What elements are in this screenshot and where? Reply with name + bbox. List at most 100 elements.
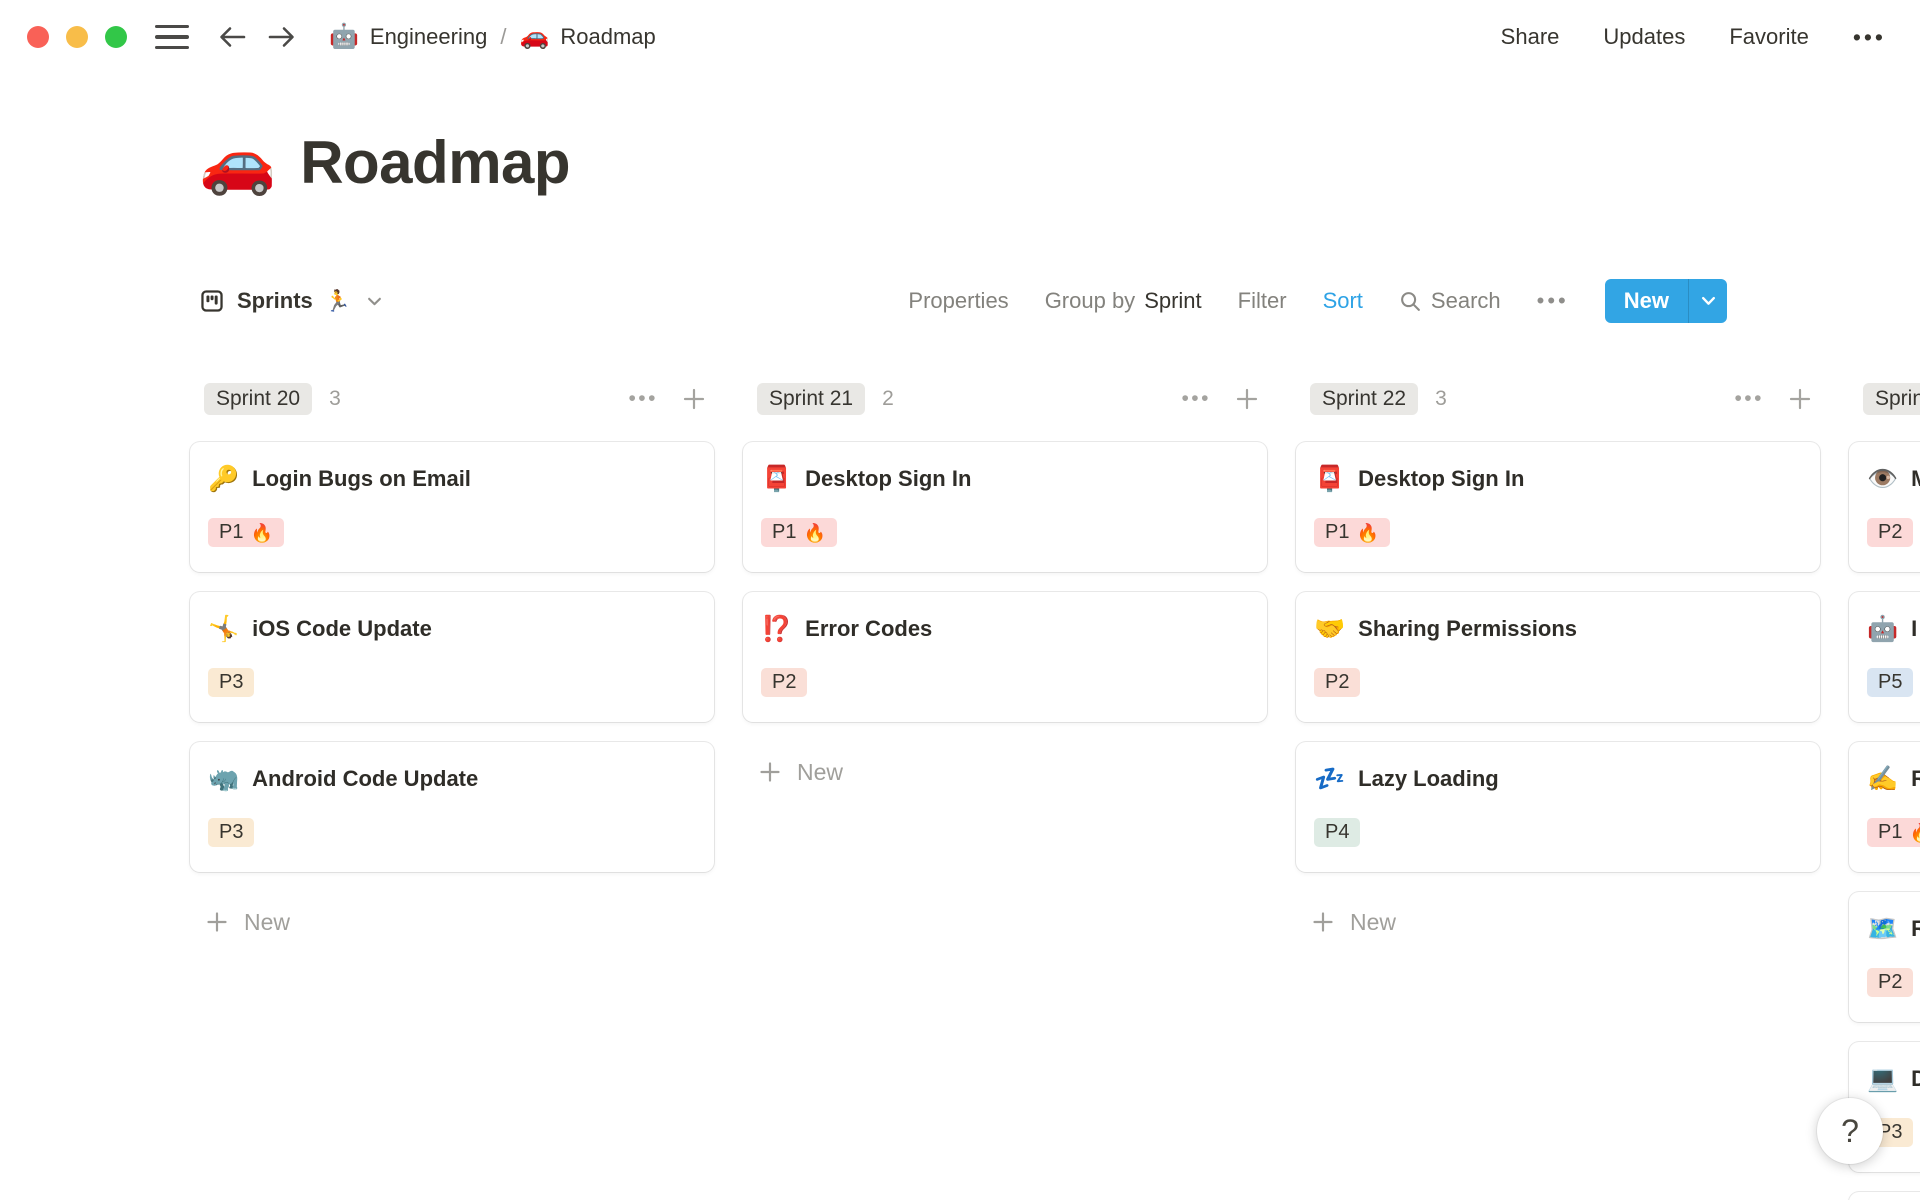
topbar-actions: Share Updates Favorite ••• [1501,24,1920,51]
page-title[interactable]: Roadmap [300,128,570,197]
priority-badge: P5 [1867,668,1914,697]
help-button[interactable]: ? [1817,1098,1883,1164]
board-card[interactable]: 💤 Lazy Loading P4 [1296,742,1820,872]
forward-arrow-icon[interactable] [265,22,299,52]
card-emoji-icon: ✍️ [1867,764,1899,793]
plus-icon [207,912,227,932]
fire-icon: 🔥 [250,522,273,543]
add-card-button[interactable]: New [743,752,1267,792]
priority-label: P2 [772,671,797,693]
card-title: M [1911,466,1920,492]
breadcrumb: 🤖 Engineering / 🚗 Roadmap [329,24,656,50]
card-emoji-icon: 💻 [1867,1064,1899,1093]
view-tab-sprints[interactable]: Sprints 🏃 [199,288,382,314]
back-arrow-icon[interactable] [215,22,249,52]
group-by-button[interactable]: Group by Sprint [1045,288,1202,314]
board-card[interactable]: 📮 Desktop Sign In P1 🔥 [1296,442,1820,572]
column-cards: 🔑 Login Bugs on Email P1 🔥 🤸 iOS Code Up… [190,442,714,872]
priority-label: P1 [1325,521,1350,543]
board-card[interactable]: 🤖 I P5 [1849,592,1920,722]
column-more-icon[interactable]: ••• [628,387,658,411]
sort-button[interactable]: Sort [1323,288,1363,314]
column-add-icon[interactable] [1233,385,1261,413]
favorite-button[interactable]: Favorite [1729,24,1808,50]
new-button-label: New [1623,288,1669,313]
filter-button[interactable]: Filter [1238,288,1287,314]
priority-label: P3 [219,671,244,693]
search-button[interactable]: Search [1399,288,1501,314]
board-card[interactable]: ✍️ R P1 🔥 [1849,742,1920,872]
priority-label: P1 [1878,821,1903,843]
board-card[interactable]: 🗺️ R P2 [1849,892,1920,1022]
board-card[interactable]: 🔑 Login Bugs on Email P1 🔥 [190,442,714,572]
board-card-partial[interactable] [1849,1192,1920,1200]
column-add-icon[interactable] [1786,385,1814,413]
add-card-button[interactable]: New [190,902,714,942]
column-header: Sprint 20 3 ••• [190,382,714,416]
priority-badge: P2 [1314,668,1361,697]
group-by-value: Sprint [1144,288,1202,313]
column-header: Sprint 22 3 ••• [1296,382,1820,416]
breadcrumb-item-roadmap[interactable]: 🚗 Roadmap [519,24,655,50]
board-card[interactable]: 👁️ M P2 [1849,442,1920,572]
board-card[interactable]: 🤝 Sharing Permissions P2 [1296,592,1820,722]
column-name-pill[interactable]: Sprint 20 [204,383,313,415]
add-card-label: New [244,908,291,935]
priority-label: P3 [219,821,244,843]
car-icon[interactable]: 🚗 [199,131,276,194]
priority-badge: P3 [208,818,255,847]
zoom-window-button[interactable] [105,26,127,48]
card-emoji-icon: 🗺️ [1867,914,1899,943]
card-title: Desktop Sign In [805,466,972,491]
board: Sprint 20 3 ••• 🔑 Login Bugs on Email P1… [190,382,1920,1200]
window-titlebar: 🤖 Engineering / 🚗 Roadmap Share Updates … [0,0,1920,74]
sidebar-menu-icon[interactable] [155,24,189,50]
more-options-icon[interactable]: ••• [1853,24,1886,51]
new-button-chevron-icon[interactable] [1688,279,1727,323]
card-title: D [1911,1066,1920,1091]
updates-button[interactable]: Updates [1603,24,1685,50]
board-card[interactable]: ⁉️ Error Codes P2 [743,592,1267,722]
priority-badge: P2 [761,668,808,697]
add-card-button[interactable]: New [1296,902,1820,942]
board-card[interactable]: 🤸 iOS Code Update P3 [190,592,714,722]
column-count: 3 [1435,387,1447,410]
priority-label: P1 [772,521,797,543]
priority-label: P2 [1878,971,1903,993]
breadcrumb-item-engineering[interactable]: 🤖 Engineering [329,24,487,50]
new-button[interactable]: New [1604,279,1727,323]
card-emoji-icon: 👁️ [1867,464,1899,493]
column-name-pill[interactable]: Sprin [1863,383,1920,415]
column-header: Sprin ••• [1849,382,1920,416]
column-cards: 📮 Desktop Sign In P1 🔥 🤝 Sharing Permiss… [1296,442,1820,872]
column-add-icon[interactable] [680,385,708,413]
traffic-lights [27,26,127,48]
board-column: Sprint 20 3 ••• 🔑 Login Bugs on Email P1… [190,382,714,1200]
column-more-icon[interactable]: ••• [1181,387,1211,411]
column-more-icon[interactable]: ••• [1734,387,1764,411]
breadcrumb-separator: / [500,24,507,49]
priority-badge: P4 [1314,818,1361,847]
column-name-pill[interactable]: Sprint 21 [757,383,866,415]
card-emoji-icon: 💤 [1314,764,1346,793]
board-card[interactable]: 🦏 Android Code Update P3 [190,742,714,872]
fire-icon: 🔥 [803,522,826,543]
share-button[interactable]: Share [1501,24,1560,50]
card-title: Error Codes [805,616,933,641]
view-toolbar: Sprints 🏃 Properties Group by Sprint Fil… [199,277,1727,325]
runner-icon: 🏃 [324,289,351,313]
column-count: 3 [329,387,341,410]
card-title: Android Code Update [252,766,479,791]
column-cards: 📮 Desktop Sign In P1 🔥 ⁉️ Error Codes P2 [743,442,1267,722]
board-card[interactable]: 📮 Desktop Sign In P1 🔥 [743,442,1267,572]
search-label: Search [1430,288,1501,313]
column-count: 2 [882,387,894,410]
robot-icon: 🤖 [329,23,359,50]
properties-button[interactable]: Properties [908,288,1008,314]
add-card-label: New [1350,908,1397,935]
close-window-button[interactable] [27,26,49,48]
column-name-pill[interactable]: Sprint 22 [1310,383,1419,415]
priority-badge: P2 [1867,968,1914,997]
minimize-window-button[interactable] [66,26,88,48]
view-more-icon[interactable]: ••• [1537,288,1569,314]
